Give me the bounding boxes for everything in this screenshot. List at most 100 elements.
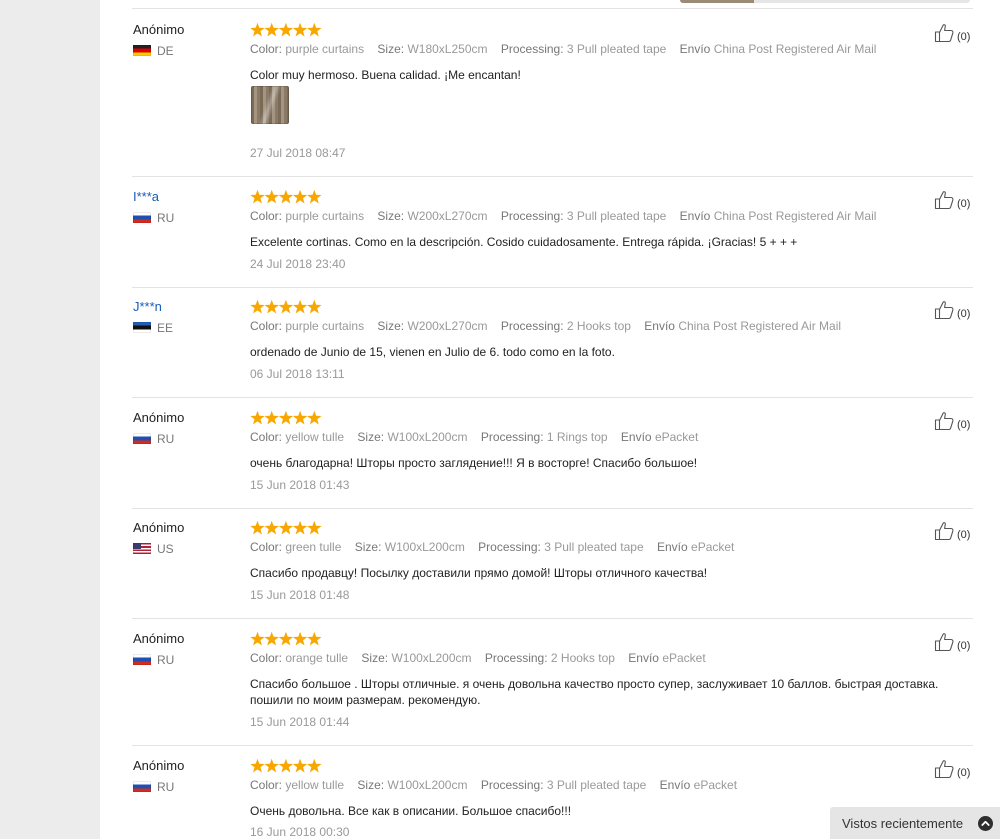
review-date: 15 Jun 2018 01:48 — [250, 588, 350, 602]
star-icon — [250, 299, 265, 314]
star-icon — [264, 299, 279, 314]
size-value: W100xL200cm — [387, 430, 468, 444]
size-label: Size: — [357, 430, 385, 444]
star-icon — [292, 410, 308, 425]
star-icon — [264, 22, 279, 37]
divider — [132, 745, 973, 746]
flag-us-icon — [133, 543, 151, 554]
shipping-label: Envío — [679, 42, 711, 56]
reviewer-name[interactable]: I***a — [133, 189, 159, 204]
helpful-button[interactable]: (0) — [934, 411, 970, 431]
country-code: RU — [157, 211, 175, 225]
star-icon — [250, 520, 265, 535]
processing-value: 3 Pull pleated tape — [566, 42, 667, 56]
review-date: 15 Jun 2018 01:44 — [250, 715, 350, 729]
order-attributes: Color: purple curtains Size: W200xL270cm… — [250, 319, 851, 333]
star-icon — [264, 758, 279, 773]
review-date: 27 Jul 2018 08:47 — [250, 146, 346, 160]
star-icon — [278, 631, 294, 646]
review-text: Excelente cortinas. Como en la descripci… — [250, 235, 798, 249]
star-icon — [278, 189, 294, 204]
star-icon — [292, 299, 308, 314]
review-text: очень благодарна! Шторы просто заглядени… — [250, 456, 698, 470]
review-date: 24 Jul 2018 23:40 — [250, 257, 346, 271]
reviewer-country: RU — [133, 780, 174, 794]
helpful-count: (0) — [957, 308, 971, 320]
helpful-button[interactable]: (0) — [934, 190, 970, 210]
shipping-value: China Post Registered Air Mail — [713, 42, 877, 56]
color-label: Color: — [250, 651, 283, 665]
star-icon — [264, 520, 279, 535]
order-attributes: Color: purple curtains Size: W180xL250cm… — [250, 42, 886, 56]
thumbs-up-icon — [934, 412, 954, 431]
recently-viewed-tab[interactable]: Vistos recientemente — [830, 807, 1000, 839]
processing-label: Processing: — [480, 778, 544, 792]
star-icon — [250, 22, 265, 37]
color-label: Color: — [250, 42, 283, 56]
helpful-button[interactable]: (0) — [934, 632, 970, 652]
order-attributes: Color: yellow tulle Size: W100xL200cm Pr… — [250, 778, 747, 792]
star-icon — [250, 758, 265, 773]
star-icon — [307, 410, 322, 425]
order-attributes: Color: purple curtains Size: W200xL270cm… — [250, 209, 886, 223]
star-icon — [264, 410, 279, 425]
helpful-button[interactable]: (0) — [934, 521, 970, 541]
star-rating — [250, 758, 322, 773]
star-icon — [292, 758, 308, 773]
processing-value: 2 Hooks top — [566, 319, 631, 333]
processing-value: 3 Pull pleated tape — [544, 540, 644, 554]
review-item: J***n EE Color: purple curtains Size: W2… — [132, 299, 973, 398]
country-code: RU — [157, 780, 175, 794]
shipping-value: China Post Registered Air Mail — [713, 209, 877, 223]
review-item: I***a RU Color: purple curtains Size: W2… — [132, 189, 973, 288]
review-photo-thumbnail[interactable] — [251, 86, 289, 124]
star-rating — [250, 410, 322, 425]
shipping-value: ePacket — [691, 540, 735, 554]
size-value: W100xL200cm — [391, 651, 472, 665]
reviewer-country: RU — [133, 432, 174, 446]
star-icon — [292, 22, 308, 37]
shipping-value: China Post Registered Air Mail — [678, 319, 842, 333]
size-value: W180xL250cm — [407, 42, 488, 56]
thumbs-up-icon — [934, 191, 954, 210]
size-label: Size: — [377, 209, 405, 223]
processing-value: 3 Pull pleated tape — [546, 778, 647, 792]
review-text: ordenado de Junio de 15, vienen en Julio… — [250, 345, 615, 359]
order-attributes: Color: green tulle Size: W100xL200cm Pro… — [250, 540, 744, 554]
helpful-button[interactable]: (0) — [934, 759, 970, 779]
chevron-up-icon — [978, 816, 993, 831]
processing-label: Processing: — [500, 209, 564, 223]
helpful-button[interactable]: (0) — [934, 300, 970, 320]
review-item: Anónimo RU Color: orange tulle Size: W10… — [132, 631, 973, 746]
reviewer-name[interactable]: J***n — [133, 299, 162, 314]
reviewer-name: Anónimo — [133, 520, 185, 535]
reviewer-name: Anónimo — [133, 22, 185, 37]
processing-value: 3 Pull pleated tape — [566, 209, 667, 223]
review-date: 15 Jun 2018 01:43 — [250, 478, 350, 492]
helpful-count: (0) — [957, 31, 971, 43]
star-icon — [278, 299, 294, 314]
flag-ru-icon — [133, 781, 151, 792]
reviewer-name: Anónimo — [133, 758, 185, 773]
star-icon — [292, 520, 308, 535]
star-rating — [250, 631, 322, 646]
reviewer-name: Anónimo — [133, 410, 185, 425]
star-icon — [307, 189, 322, 204]
size-label: Size: — [361, 651, 389, 665]
divider — [132, 176, 973, 177]
divider — [132, 508, 973, 509]
size-label: Size: — [377, 42, 405, 56]
thumbs-up-icon — [934, 522, 954, 541]
color-value: purple curtains — [285, 209, 365, 223]
size-label: Size: — [357, 778, 385, 792]
shipping-label: Envío — [620, 430, 652, 444]
star-icon — [278, 758, 294, 773]
size-value: W100xL200cm — [384, 540, 465, 554]
star-icon — [250, 631, 265, 646]
color-label: Color: — [250, 430, 283, 444]
color-label: Color: — [250, 319, 283, 333]
color-value: green tulle — [285, 540, 342, 554]
helpful-button[interactable]: (0) — [934, 23, 970, 43]
star-rating — [250, 22, 322, 37]
previous-review-photo-strip — [680, 0, 970, 3]
